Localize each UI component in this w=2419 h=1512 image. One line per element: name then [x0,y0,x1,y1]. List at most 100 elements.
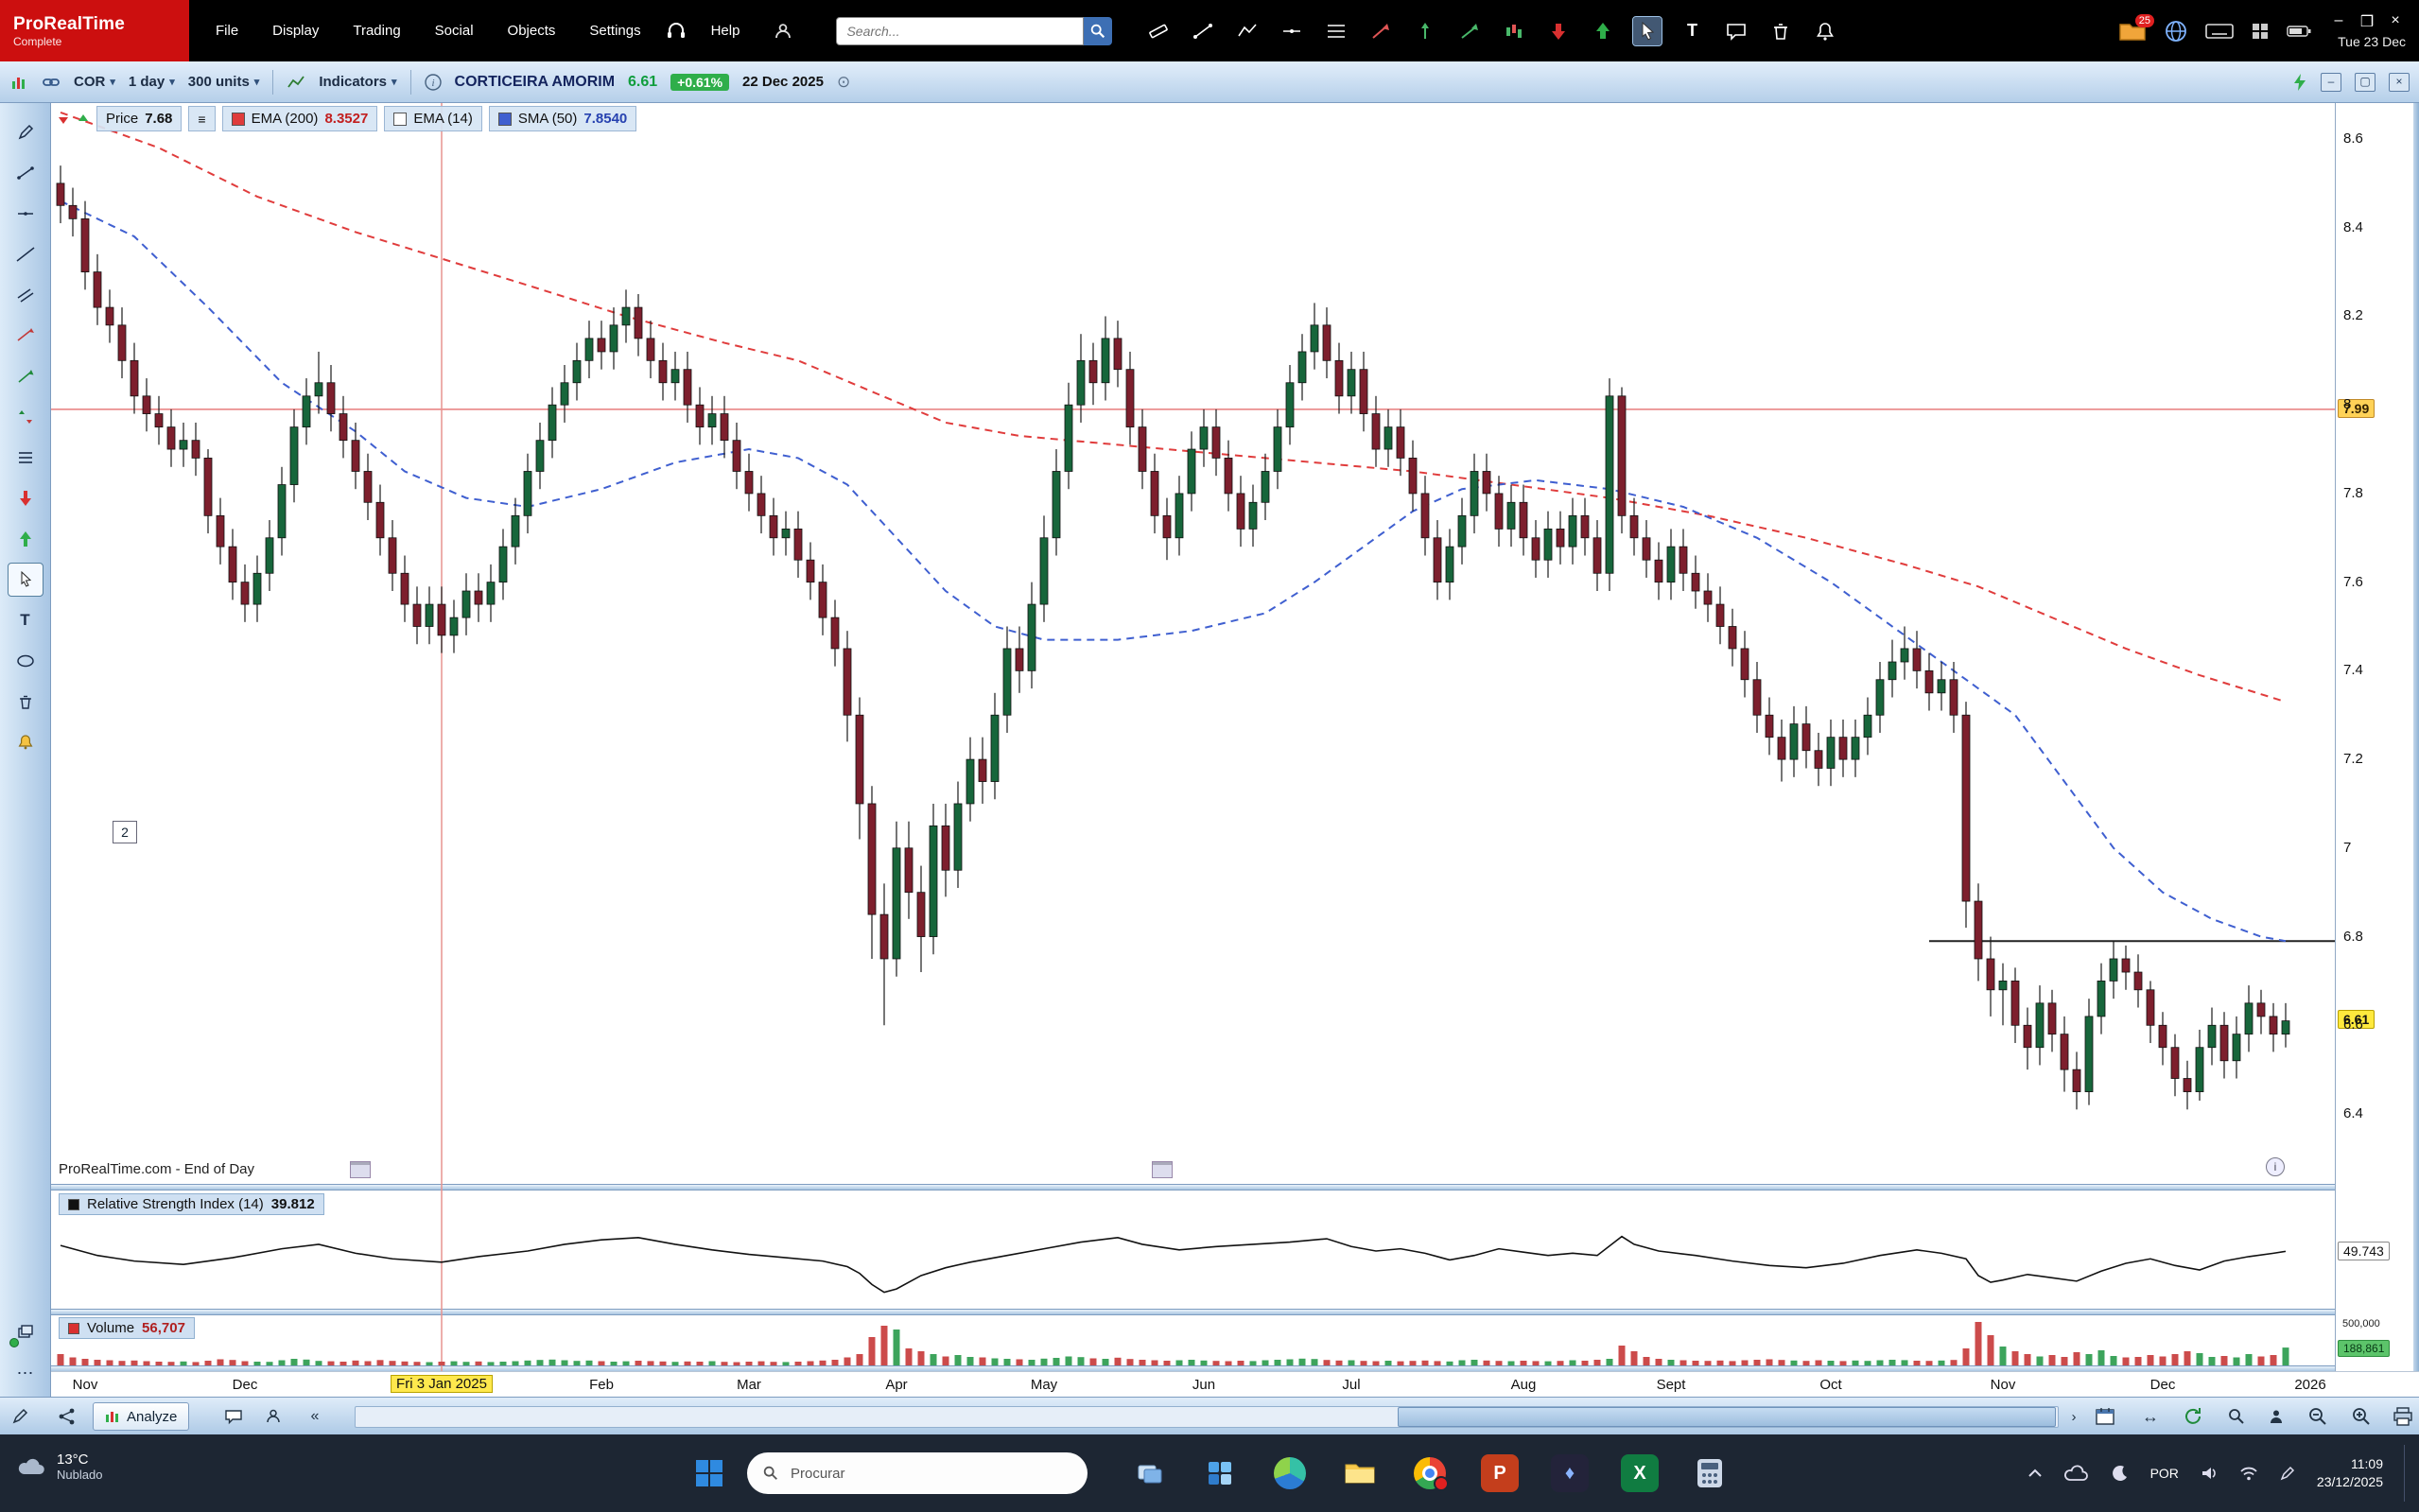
pointer-tool-icon[interactable] [9,564,43,596]
file-explorer-icon[interactable] [1341,1454,1379,1492]
taskbar-search[interactable]: Procurar [747,1452,1088,1494]
link-charts-icon[interactable] [42,73,61,92]
volume-icon[interactable] [2200,1464,2219,1483]
menu-trading[interactable]: Trading [343,17,409,44]
keyboard-icon[interactable] [2205,22,2234,41]
polyline-icon[interactable] [1233,17,1262,45]
chart-style-icon[interactable] [287,73,305,92]
compare-icon[interactable]: ↔ [2136,1402,2165,1431]
text-tool-icon[interactable]: T [9,604,43,636]
chart-scrollbar[interactable] [355,1406,2059,1428]
ruler-icon[interactable] [1144,17,1173,45]
pen-icon[interactable] [2279,1465,2296,1482]
start-button[interactable] [690,1454,728,1492]
horizontal-line-tool-icon[interactable] [9,198,43,230]
parallel-lines-tool-icon[interactable] [9,279,43,311]
globe-icon[interactable] [2164,19,2188,43]
segment-icon[interactable] [1189,17,1217,45]
layers-icon[interactable] [9,1316,43,1348]
units-dropdown[interactable]: 300 units▾ [188,74,260,90]
refresh-icon[interactable] [2179,1402,2207,1431]
indicators-dropdown[interactable]: Indicators▾ [319,74,396,90]
buy-arrow-tool-icon[interactable] [9,523,43,555]
moon-icon[interactable] [2111,1464,2130,1483]
print-icon[interactable] [2389,1402,2417,1431]
powerpoint-icon[interactable]: P [1481,1454,1519,1492]
trash-tool-icon[interactable] [9,686,43,718]
extended-line-tool-icon[interactable] [9,238,43,270]
ellipse-tool-icon[interactable] [9,645,43,677]
tray-chevron-icon[interactable] [2027,1468,2043,1479]
ema14-legend[interactable]: EMA (14) [384,106,482,131]
maximize-panel-icon[interactable]: ▢ [2355,73,2375,92]
scrollbar-thumb[interactable] [1398,1407,2056,1427]
task-view-icon[interactable] [1131,1454,1169,1492]
indicator-list-icon[interactable] [9,442,43,474]
pencil-tool-icon[interactable] [9,116,43,148]
note-marker[interactable]: 2 [113,821,137,843]
contacts-icon[interactable] [259,1402,287,1431]
draw-mode-icon[interactable] [6,1402,34,1431]
trader-icon[interactable] [2262,1402,2290,1431]
sell-arrow-icon[interactable] [1544,17,1573,45]
zoom-out-icon[interactable] [2304,1402,2332,1431]
legend-menu[interactable]: ≡ [188,106,215,131]
green-trend-arrow-icon[interactable] [1455,17,1484,45]
apps-grid-icon[interactable] [2251,22,2270,41]
chat-icon[interactable] [219,1402,248,1431]
minimize-panel-icon[interactable]: – [2321,73,2341,92]
edge-icon[interactable] [1271,1454,1309,1492]
taskbar-clock[interactable]: 11:09 23/12/2025 [2317,1455,2383,1491]
menu-social[interactable]: Social [426,17,483,44]
menu-display[interactable]: Display [263,17,328,44]
user-icon[interactable] [774,22,792,41]
info-icon[interactable]: i [425,74,442,91]
green-up-arrow-icon[interactable] [1411,17,1439,45]
maximize-icon[interactable]: ❒ [2357,12,2377,31]
record-icon[interactable]: ⊙ [837,73,850,92]
red-trend-arrow-icon[interactable] [1366,17,1395,45]
rsi-header[interactable]: Relative Strength Index (14) 39.812 [59,1193,324,1215]
text-icon[interactable]: T [1678,17,1706,45]
close-icon[interactable]: × [2385,12,2406,31]
share-icon[interactable] [53,1402,81,1431]
sma50-legend[interactable]: SMA (50) 7.8540 [489,106,636,131]
panel-info-icon[interactable]: i [2266,1157,2285,1176]
date-axis[interactable]: NovDecFri 3 Jan 2025FebMarAprMayJunJulAu… [51,1371,2419,1398]
alert-bell-icon[interactable] [1811,17,1839,45]
scroll-end-icon[interactable]: › [2060,1402,2088,1431]
horizontal-line-icon[interactable] [1278,17,1306,45]
search-button[interactable] [1084,17,1112,45]
onedrive-icon[interactable] [2063,1464,2090,1483]
mini-chart-icon[interactable] [9,73,28,92]
screenshot-icon[interactable] [1152,1161,1173,1178]
menu-help[interactable]: Help [702,17,750,44]
media-app-icon[interactable]: ♦ [1551,1454,1589,1492]
show-desktop-button[interactable] [2404,1445,2410,1502]
screener-icon[interactable] [2222,1402,2251,1431]
growth-arrow-tool-icon[interactable] [9,360,43,392]
chrome-icon[interactable] [1411,1454,1449,1492]
excel-icon[interactable]: X [1621,1454,1659,1492]
language-indicator[interactable]: POR [2150,1466,2179,1481]
zoom-in-icon[interactable] [2347,1402,2375,1431]
notifications-folder-icon[interactable]: 25 [2118,20,2147,43]
chart-canvas[interactable] [51,103,2335,1397]
calculator-icon[interactable] [1691,1454,1729,1492]
minimize-icon[interactable]: – [2328,12,2349,31]
search-input[interactable] [836,17,1084,45]
price-axis[interactable]: 7.99 6.61 49.743 500,000 188,861 8.68.48… [2335,103,2414,1371]
comment-icon[interactable] [1722,17,1750,45]
trash-icon[interactable] [1766,17,1795,45]
scroll-start-icon[interactable]: « [301,1402,329,1431]
menu-settings[interactable]: Settings [580,17,650,44]
calendar-icon[interactable] [2091,1402,2119,1431]
sell-arrow-tool-icon[interactable] [9,482,43,514]
symbol-dropdown[interactable]: COR▾ [74,74,115,90]
analyze-tab[interactable]: Analyze [93,1402,189,1431]
weather-widget[interactable]: 13°C Nublado [17,1451,102,1482]
screenshot-icon[interactable] [350,1161,371,1178]
alarm-tool-icon[interactable] [9,726,43,758]
volume-header[interactable]: Volume 56,707 [59,1317,195,1339]
pointer-icon[interactable] [1633,17,1662,45]
